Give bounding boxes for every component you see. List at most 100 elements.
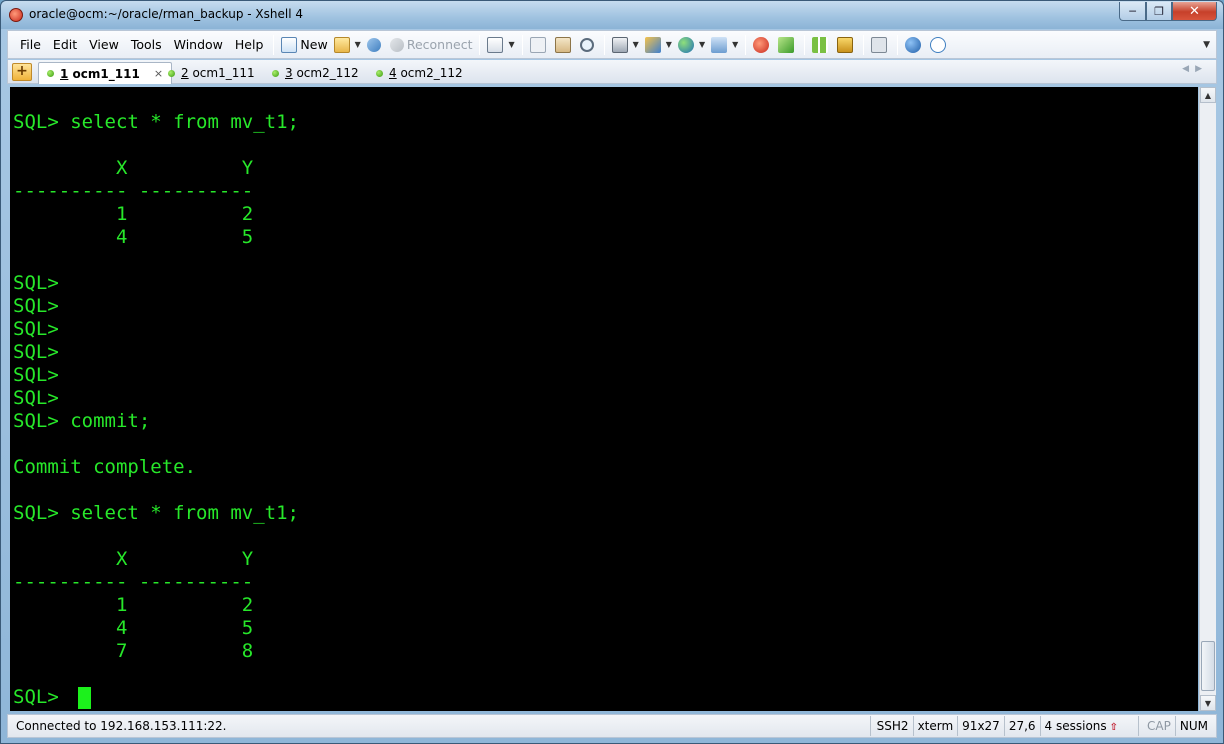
new-session-icon [281, 36, 298, 53]
reconnect-label: Reconnect [406, 37, 473, 52]
tab-session-3[interactable]: 3 ocm2_112 [264, 62, 367, 84]
chat-button[interactable] [927, 34, 952, 56]
terminal-line: SQL> [13, 686, 71, 708]
xagent-icon [778, 36, 795, 53]
terminal-type-status: xterm [912, 716, 958, 736]
xagent-button[interactable] [775, 34, 800, 56]
new-session-button[interactable]: New [278, 34, 330, 56]
terminal-line: 4 5 [13, 226, 254, 248]
reconnect-button[interactable]: Reconnect [387, 34, 476, 56]
sessions-status[interactable]: 4 sessions ⇧ [1039, 716, 1139, 736]
terminal-line: SQL> [13, 295, 59, 317]
scrollbar-thumb[interactable] [1201, 641, 1215, 691]
copy-button[interactable] [527, 34, 552, 56]
tab-label: ocm1_111 [192, 66, 255, 80]
xftp-icon [753, 36, 770, 53]
keyboard-button[interactable] [868, 34, 893, 56]
status-bar: Connected to 192.168.153.111:22. SSH2 xt… [7, 714, 1217, 738]
printer-icon [611, 36, 628, 53]
toolbar-separator [479, 34, 481, 55]
terminal-cursor [78, 687, 91, 709]
menu-window[interactable]: Window [168, 37, 229, 52]
menu-help[interactable]: Help [229, 37, 270, 52]
minimize-button[interactable]: ─ [1119, 2, 1146, 21]
tab-label: ocm2_112 [296, 66, 359, 80]
add-tab-button[interactable]: + [12, 63, 32, 81]
open-folder-button[interactable]: ▼ [331, 34, 364, 56]
menu-file[interactable]: File [8, 37, 47, 52]
tab-number: 2 [181, 66, 189, 80]
connected-status-icon [272, 69, 279, 77]
tab-label: ocm2_112 [400, 66, 463, 80]
window-title: oracle@ocm:~/oracle/rman_backup - Xshell… [29, 7, 303, 21]
tab-session-2[interactable]: 2 ocm1_111 [160, 62, 263, 84]
transfer-icon [644, 36, 661, 53]
paste-button[interactable] [552, 34, 577, 56]
tab-scroll-arrows-icon[interactable]: ◀▶ [1182, 64, 1208, 74]
terminal-screen[interactable]: SQL> select * from mv_t1; X Y ---------- … [10, 87, 1198, 711]
terminal-line: SQL> [13, 318, 59, 340]
scroll-up-icon[interactable]: ▲ [1200, 87, 1216, 103]
terminal-line: SQL> select * from mv_t1; [13, 502, 299, 524]
transfer-button[interactable]: ▼ [642, 34, 675, 56]
new-label: New [300, 37, 328, 52]
xftp-button[interactable] [750, 34, 775, 56]
toolbar-separator [863, 34, 865, 55]
chevron-down-icon: ▼ [632, 40, 639, 49]
properties-icon [487, 36, 504, 53]
terminal-line: 1 2 [13, 203, 254, 225]
sessions-count: 4 sessions [1044, 719, 1107, 733]
terminal-line: ---------- ---------- [13, 180, 254, 202]
xshell-app-icon[interactable] [9, 8, 23, 22]
help-button[interactable] [902, 34, 927, 56]
num-lock-indicator: NUM [1174, 716, 1216, 736]
menu-tools[interactable]: Tools [125, 37, 168, 52]
tab-session-4[interactable]: 4 ocm2_112 [368, 62, 471, 84]
menu-toolbar: File Edit View Tools Window Help New ▼ R… [7, 30, 1217, 59]
print-button[interactable]: ▼ [609, 34, 642, 56]
connection-status: Connected to 192.168.153.111:22. [16, 719, 227, 733]
minimize-icon: ─ [1129, 4, 1136, 18]
chevron-down-icon: ▼ [665, 40, 672, 49]
help-icon [905, 36, 922, 53]
lock-button[interactable] [834, 34, 859, 56]
menu-view[interactable]: View [83, 37, 125, 52]
globe-button[interactable]: ▼ [675, 34, 708, 56]
toolbar-overflow-icon[interactable]: ▼ [1203, 40, 1210, 50]
tab-session-1[interactable]: 1 ocm1_111 × [38, 62, 173, 84]
connected-status-icon [47, 70, 54, 77]
terminal-line: SQL> [13, 387, 59, 409]
terminal-line: SQL> commit; [13, 410, 151, 432]
toolbar-separator [804, 34, 806, 55]
lock-icon [837, 36, 854, 53]
connect-button[interactable] [364, 34, 387, 56]
tab-number: 3 [285, 66, 293, 80]
chevron-down-icon: ▼ [698, 40, 706, 49]
font-icon [711, 36, 728, 53]
scroll-down-icon[interactable]: ▼ [1200, 695, 1216, 711]
properties-button[interactable]: ▼ [484, 34, 517, 56]
menu-edit[interactable]: Edit [47, 37, 83, 52]
restore-icon: ❐ [1154, 4, 1164, 18]
maximize-button[interactable]: ❐ [1146, 2, 1172, 21]
connected-status-icon [376, 69, 383, 77]
reconnect-icon [389, 37, 404, 52]
terminal-line: X Y [13, 548, 254, 570]
cursor-position-status: 27,6 [1003, 716, 1040, 736]
terminal-scrollbar[interactable]: ▲ ▼ [1199, 87, 1216, 711]
title-bar[interactable]: oracle@ocm:~/oracle/rman_backup - Xshell… [1, 1, 1223, 29]
terminal-line: X Y [13, 157, 254, 179]
chevron-down-icon: ▼ [508, 40, 515, 49]
find-button[interactable] [577, 34, 600, 56]
chevron-down-icon: ▼ [732, 40, 739, 49]
grid-icon [812, 36, 829, 53]
search-icon [579, 37, 594, 52]
sessions-up-arrow-icon: ⇧ [1109, 722, 1119, 733]
caps-lock-indicator: CAP [1138, 716, 1175, 736]
font-button[interactable]: ▼ [708, 34, 741, 56]
close-button[interactable]: ✕ [1172, 2, 1217, 21]
terminal-line: SQL> [13, 341, 59, 363]
toolbar-separator [273, 34, 275, 55]
layout-button[interactable] [809, 34, 834, 56]
toolbar-separator [521, 34, 523, 55]
